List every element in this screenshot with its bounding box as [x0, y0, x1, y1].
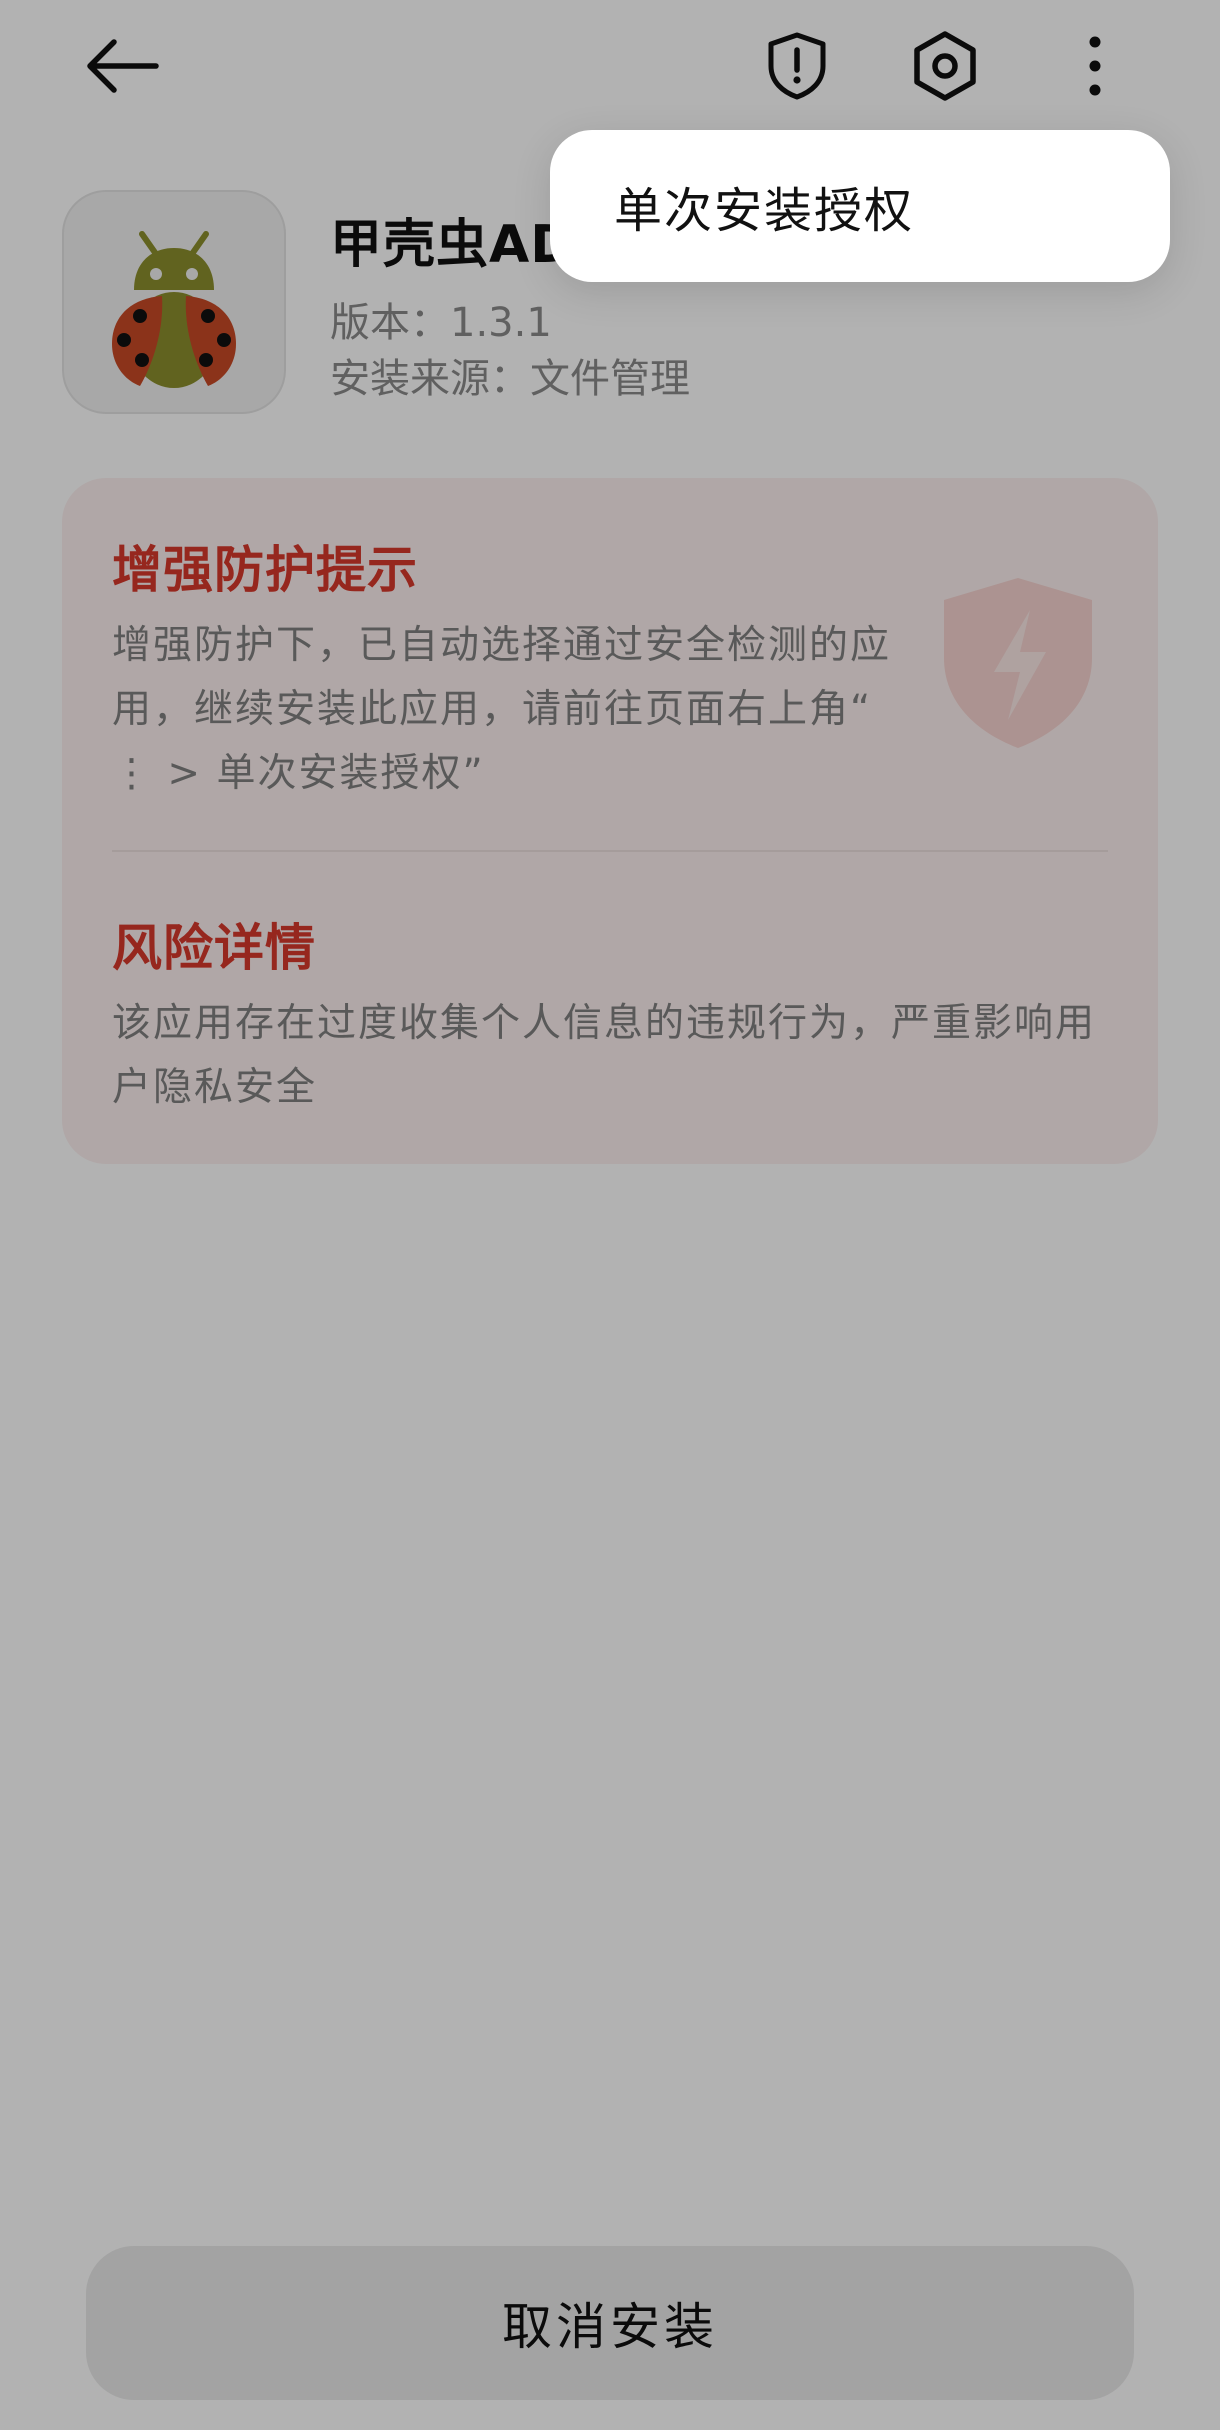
menu-scrim[interactable]	[0, 0, 1220, 2430]
overflow-menu: 单次安装授权	[550, 130, 1170, 282]
menu-item-single-install-auth[interactable]: 单次安装授权	[550, 130, 1170, 282]
installer-page: 甲壳虫ADB 版本：1.3.1 安装来源：文件管理 增强防护提示 增强防护下，已…	[0, 0, 1220, 2430]
